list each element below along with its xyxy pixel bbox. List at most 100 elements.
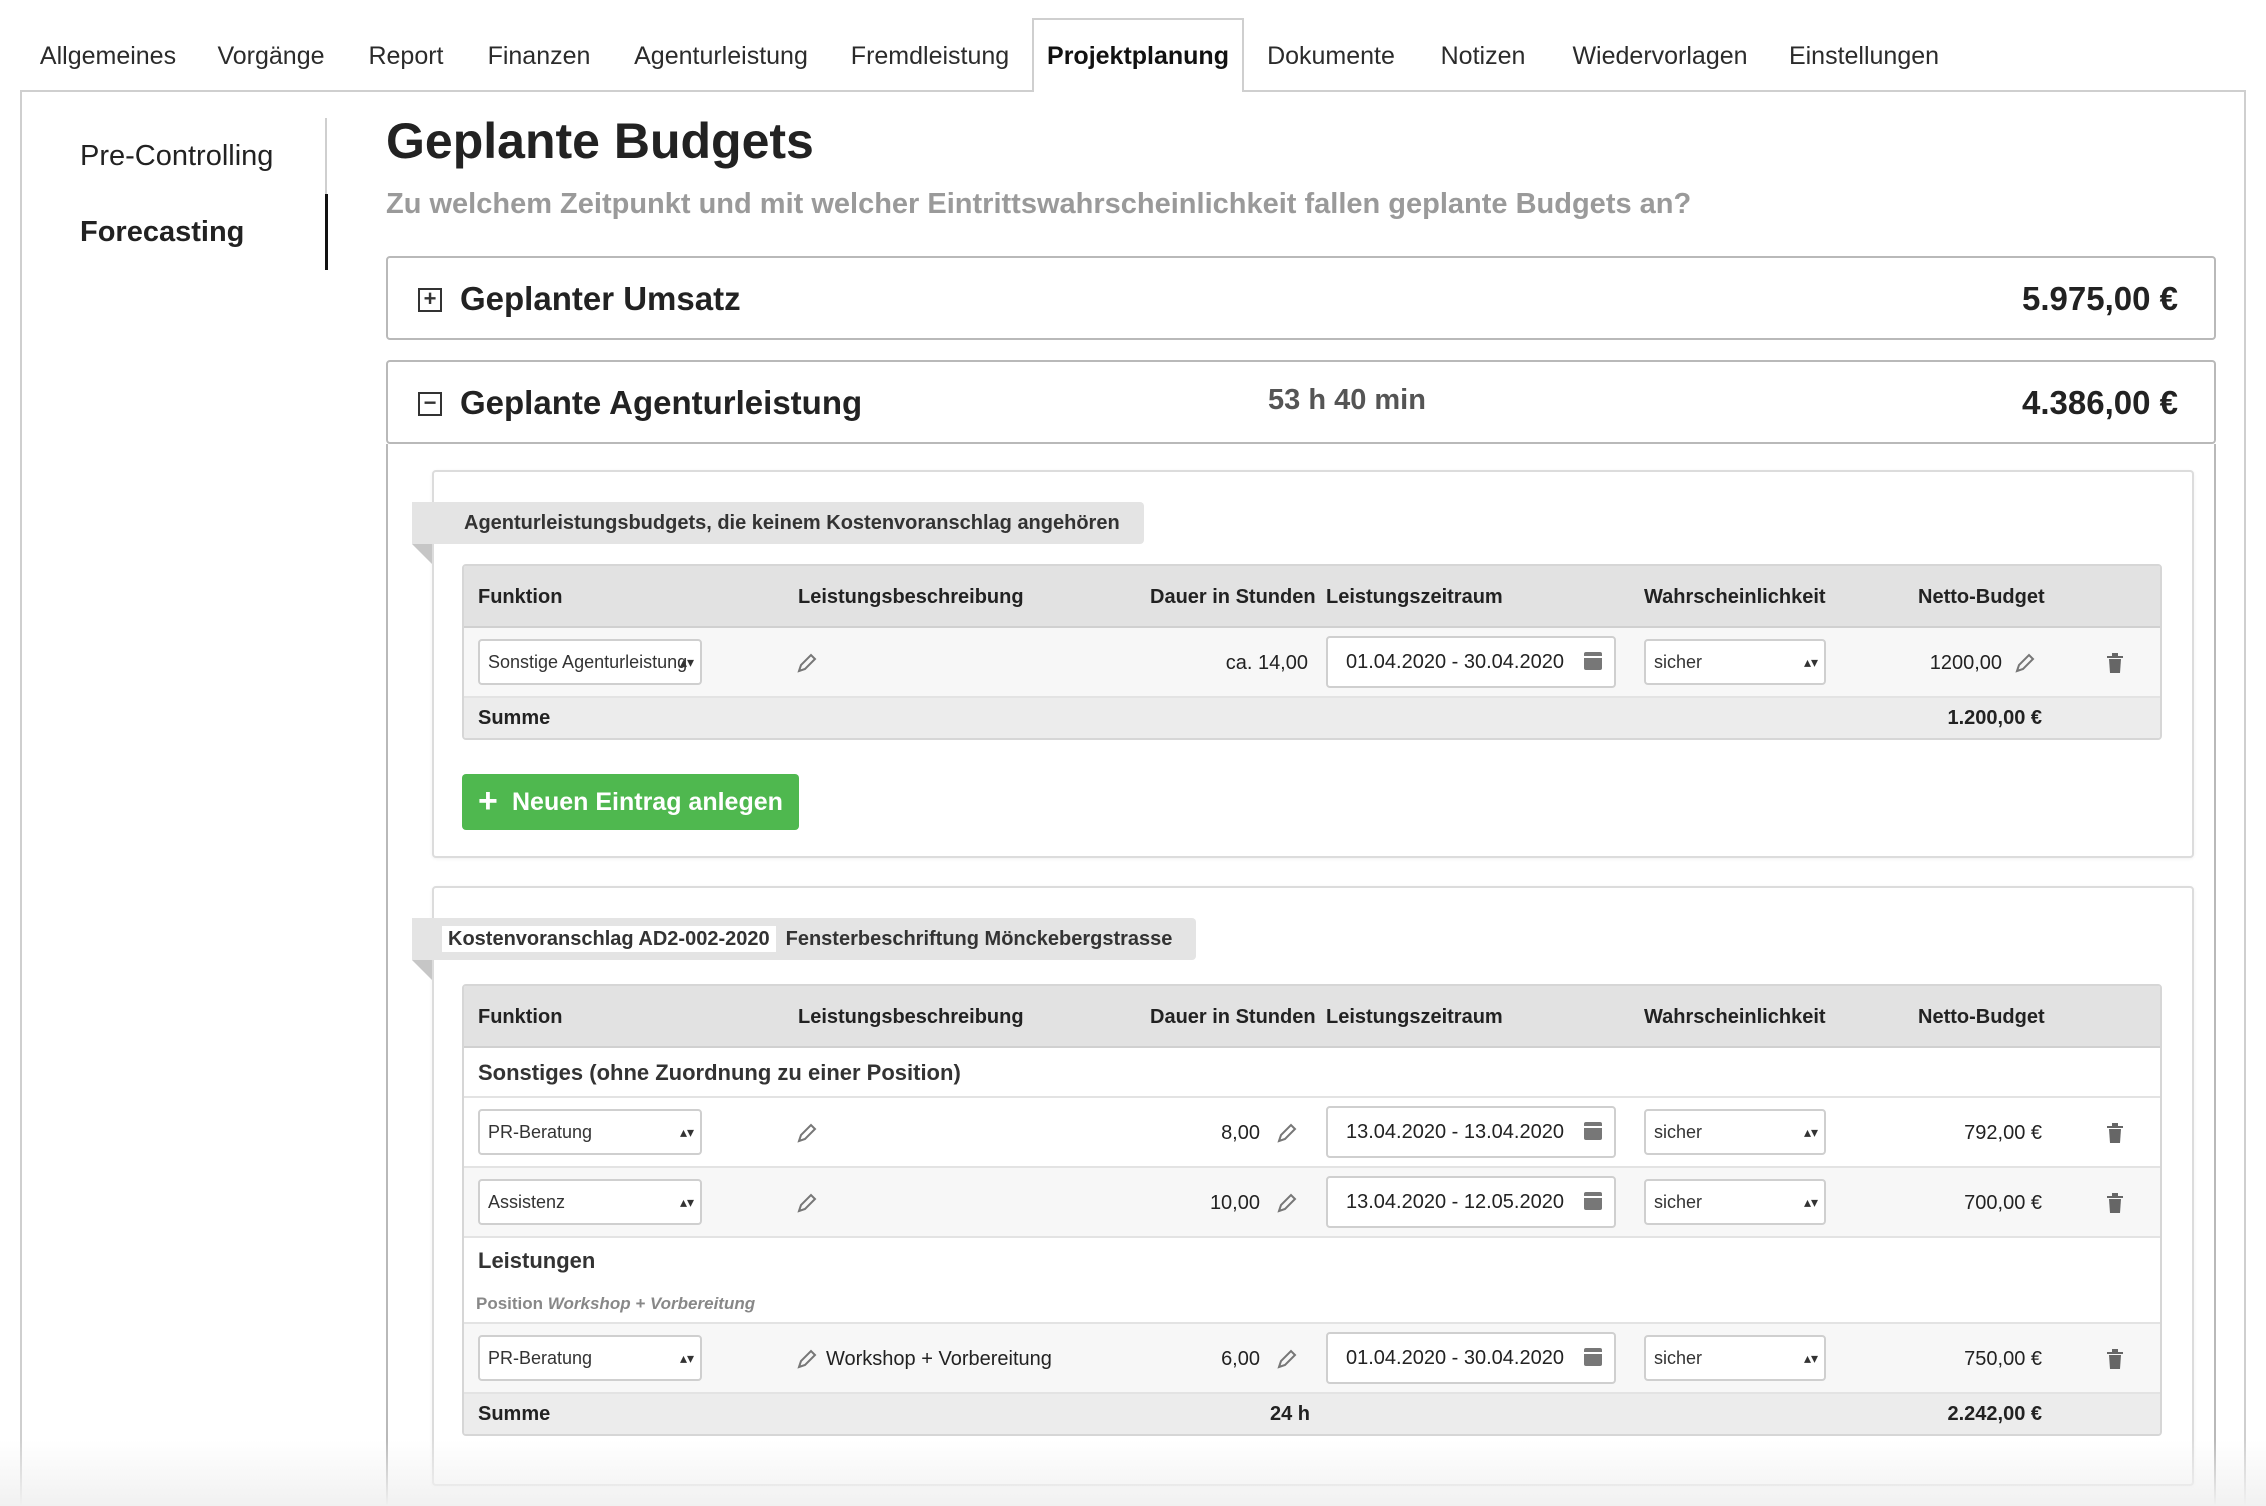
- sum-duration: 24 h: [1269, 1403, 1310, 1425]
- group-label: Sonstiges (ohne Zuordnung zu einer Posit…: [478, 1060, 961, 1085]
- zeitraum-input[interactable]: 13.04.2020 - 12.05.2020: [1326, 1176, 1616, 1228]
- sum-row: Summe 1.200,00 €: [464, 698, 2160, 738]
- tab-agenturleistung[interactable]: Agenturleistung: [618, 20, 824, 92]
- tab-fremdleistung[interactable]: Fremdleistung: [838, 20, 1022, 92]
- sum-row: Summe 24 h 2.242,00 €: [464, 1394, 2160, 1434]
- tab-projektplanung[interactable]: Projektplanung: [1032, 18, 1244, 92]
- dauer-value: ca. 14,00: [1225, 652, 1308, 674]
- panel-amount: 5.975,00 €: [2022, 280, 2178, 317]
- select-arrows-icon: ▴▾: [1803, 1124, 1818, 1140]
- wahrscheinlichkeit-select[interactable]: sicher ▴▾: [1644, 1179, 1826, 1225]
- budget-value: 792,00 €: [1964, 1122, 2042, 1144]
- page-title: Geplante Budgets: [386, 113, 814, 169]
- tab-vorgaenge[interactable]: Vorgänge: [202, 20, 340, 92]
- col-leistungsbeschreibung: Leistungsbeschreibung: [798, 1006, 1024, 1028]
- nav-item-forecasting[interactable]: Forecasting: [80, 194, 330, 270]
- panel-geplante-agenturleistung[interactable]: − Geplante Agenturleistung 53 h 40 min 4…: [386, 360, 2216, 444]
- new-entry-button[interactable]: + Neuen Eintrag anlegen: [462, 774, 799, 830]
- select-arrows-icon: ▴▾: [679, 1350, 694, 1366]
- funktion-select[interactable]: PR-Beratung ▴▾: [478, 1109, 702, 1155]
- dauer-value: 10,00: [1209, 1192, 1260, 1214]
- group-row: Leistungen Position Workshop + Vorbereit…: [464, 1238, 2160, 1324]
- tab-wiedervorlagen[interactable]: Wiedervorlagen: [1558, 20, 1762, 92]
- dauer-value: 8,00: [1221, 1122, 1260, 1144]
- expand-icon[interactable]: +: [418, 288, 442, 312]
- sum-label: Summe: [478, 707, 551, 729]
- wahrscheinlichkeit-select[interactable]: sicher ▴▾: [1644, 1109, 1826, 1155]
- wahrscheinlichkeit-select[interactable]: sicher ▴▾: [1644, 1335, 1826, 1381]
- card-kostenvoranschlag: Kostenvoranschlag AD2-002-2020 Fensterbes…: [412, 886, 2194, 1486]
- col-dauer: Dauer in Stunden: [1150, 1006, 1316, 1028]
- dauer-value: 6,00: [1221, 1348, 1260, 1370]
- col-netto-budget: Netto-Budget: [1918, 586, 2045, 608]
- pencil-icon[interactable]: [796, 1192, 818, 1214]
- col-wahrscheinlichkeit: Wahrscheinlichkeit: [1644, 586, 1826, 608]
- zeitraum-input[interactable]: 01.04.2020 - 30.04.2020: [1326, 1332, 1616, 1384]
- col-funktion: Funktion: [478, 586, 563, 608]
- zeitraum-input[interactable]: 01.04.2020 - 30.04.2020: [1326, 636, 1616, 688]
- trash-icon[interactable]: [2106, 1349, 2124, 1369]
- calendar-icon[interactable]: [1584, 1122, 1602, 1140]
- calendar-icon[interactable]: [1584, 1192, 1602, 1210]
- kostenvoranschlag-title: Fensterbeschriftung Mönckebergstrasse: [785, 928, 1173, 950]
- card-ribbon: Kostenvoranschlag AD2-002-2020 Fensterbes…: [412, 918, 1197, 980]
- tab-report[interactable]: Report: [352, 20, 460, 92]
- zeitraum-input[interactable]: 13.04.2020 - 13.04.2020: [1326, 1106, 1616, 1158]
- bottom-fade: [0, 1440, 2266, 1506]
- pencil-icon[interactable]: [796, 652, 818, 674]
- table-header: Funktion Leistungsbeschreibung Dauer in …: [464, 566, 2160, 628]
- pencil-icon[interactable]: [1276, 1122, 1298, 1144]
- pencil-icon[interactable]: [796, 1348, 818, 1370]
- nav-divider: [325, 118, 327, 194]
- select-arrows-icon: ▴▾: [679, 1194, 694, 1210]
- funktion-select[interactable]: Sonstige Agenturleistung ▴▾: [478, 639, 702, 685]
- select-arrows-icon: ▴▾: [679, 1124, 694, 1140]
- tab-dokumente[interactable]: Dokumente: [1254, 20, 1408, 92]
- sum-label: Summe: [478, 1403, 551, 1425]
- budget-table: Funktion Leistungsbeschreibung Dauer in …: [462, 564, 2162, 740]
- position-label: Position Workshop + Vorbereitung: [476, 1294, 756, 1313]
- tab-einstellungen[interactable]: Einstellungen: [1778, 20, 1950, 92]
- group-label: Leistungen: [478, 1248, 596, 1273]
- funktion-select[interactable]: Assistenz ▴▾: [478, 1179, 702, 1225]
- panel-title: Geplante Agenturleistung: [460, 384, 863, 421]
- pencil-icon[interactable]: [796, 1122, 818, 1144]
- panel-amount: 4.386,00 €: [2022, 384, 2178, 421]
- pencil-icon[interactable]: [1276, 1192, 1298, 1214]
- sum-amount: 1.200,00 €: [1947, 707, 2042, 729]
- page-subtitle: Zu welchem Zeitpunkt und mit welcher Ein…: [386, 188, 1692, 220]
- nav-active-indicator: [325, 194, 328, 270]
- collapse-icon[interactable]: −: [418, 392, 442, 416]
- select-arrows-icon: ▴▾: [1803, 654, 1818, 670]
- kostenvoranschlag-code[interactable]: Kostenvoranschlag AD2-002-2020: [442, 926, 776, 952]
- col-leistungszeitraum: Leistungszeitraum: [1326, 586, 1503, 608]
- calendar-icon[interactable]: [1584, 1348, 1602, 1366]
- tab-allgemeines[interactable]: Allgemeines: [28, 20, 188, 92]
- calendar-icon[interactable]: [1584, 652, 1602, 670]
- table-row: Sonstige Agenturleistung ▴▾ ca. 14,00 01.…: [464, 628, 2160, 698]
- trash-icon[interactable]: [2106, 1193, 2124, 1213]
- budget-value: 700,00 €: [1964, 1192, 2042, 1214]
- beschreibung-value: Workshop + Vorbereitung: [826, 1348, 1052, 1370]
- col-netto-budget: Netto-Budget: [1918, 1006, 2045, 1028]
- tab-bar: Allgemeines Vorgänge Report Finanzen Age…: [0, 0, 2266, 92]
- col-leistungsbeschreibung: Leistungsbeschreibung: [798, 586, 1024, 608]
- funktion-select[interactable]: PR-Beratung ▴▾: [478, 1335, 702, 1381]
- panel-duration: 53 h 40 min: [1268, 384, 1426, 416]
- pencil-icon[interactable]: [2014, 652, 2036, 674]
- nav-item-pre-controlling[interactable]: Pre-Controlling: [80, 118, 330, 194]
- group-row: Sonstiges (ohne Zuordnung zu einer Posit…: [464, 1048, 2160, 1098]
- wahrscheinlichkeit-select[interactable]: sicher ▴▾: [1644, 639, 1826, 685]
- left-nav: Pre-Controlling Forecasting: [80, 118, 330, 270]
- col-funktion: Funktion: [478, 1006, 563, 1028]
- tab-notizen[interactable]: Notizen: [1424, 20, 1542, 92]
- trash-icon[interactable]: [2106, 1123, 2124, 1143]
- panel-geplanter-umsatz[interactable]: + Geplanter Umsatz 5.975,00 €: [386, 256, 2216, 340]
- card-ribbon: Agenturleistungsbudgets, die keinem Kost…: [412, 502, 1144, 564]
- table-header: Funktion Leistungsbeschreibung Dauer in …: [464, 986, 2160, 1048]
- pencil-icon[interactable]: [1276, 1348, 1298, 1370]
- trash-icon[interactable]: [2106, 653, 2124, 673]
- col-wahrscheinlichkeit: Wahrscheinlichkeit: [1644, 1006, 1826, 1028]
- col-leistungszeitraum: Leistungszeitraum: [1326, 1006, 1503, 1028]
- tab-finanzen[interactable]: Finanzen: [474, 20, 604, 92]
